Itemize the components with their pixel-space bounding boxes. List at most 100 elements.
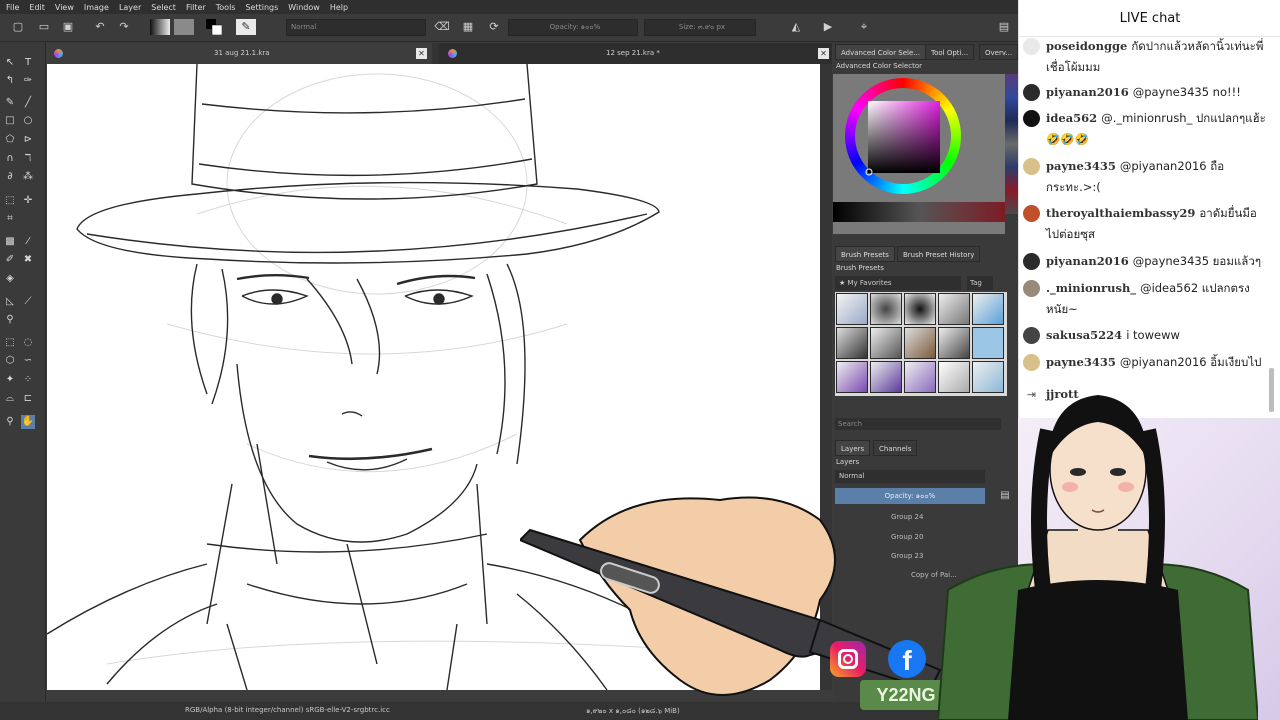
menu-image[interactable]: Image: [84, 3, 109, 12]
rect-select-icon[interactable]: ⬚: [3, 336, 17, 350]
mirror-horizontal-icon[interactable]: ◭: [788, 19, 804, 35]
tab-channels[interactable]: Channels: [873, 440, 918, 456]
fg-bg-color-icon[interactable]: [206, 19, 223, 36]
colorize-mask-icon[interactable]: ✖: [21, 253, 35, 267]
contiguous-select-icon[interactable]: ✦: [3, 373, 17, 387]
color-picker-icon[interactable]: ⁄: [21, 235, 35, 249]
instagram-icon[interactable]: [830, 641, 866, 677]
document-tab-2[interactable]: 12 sep 21.kra * ✕: [438, 43, 832, 64]
brush-preset-tile[interactable]: [836, 361, 868, 393]
open-document-icon[interactable]: ▭: [36, 19, 52, 35]
tab-overview[interactable]: Overv...: [979, 44, 1019, 60]
pan-tool-icon[interactable]: ✋: [21, 415, 35, 429]
brush-preset-tile[interactable]: [904, 361, 936, 393]
blend-mode-select[interactable]: Normal: [286, 19, 426, 36]
freehand-select-icon[interactable]: ∽: [21, 354, 35, 368]
gradient-tool-icon[interactable]: ▩: [3, 235, 17, 249]
transform-tool-icon[interactable]: ⬚: [3, 194, 17, 208]
brush-preset-tile[interactable]: [870, 293, 902, 325]
menu-settings[interactable]: Settings: [245, 3, 278, 12]
brush-preset-tile[interactable]: [904, 293, 936, 325]
brush-preset-icon[interactable]: ✎: [236, 19, 256, 35]
close-icon[interactable]: ✕: [818, 48, 829, 59]
chat-username[interactable]: payne3435: [1046, 355, 1116, 369]
reload-icon[interactable]: ⟳: [486, 19, 502, 35]
line-tool-icon[interactable]: ╱: [21, 96, 35, 110]
menu-edit[interactable]: Edit: [29, 3, 45, 12]
chat-username[interactable]: theroyalthaiembassy29: [1046, 206, 1195, 220]
tab-advanced-color-selector[interactable]: Advanced Color Sele...: [835, 44, 926, 60]
chat-username[interactable]: ._minionrush_: [1046, 281, 1136, 295]
tab-brush-presets[interactable]: Brush Presets: [835, 246, 895, 262]
shade-bar[interactable]: [833, 202, 1005, 222]
close-icon[interactable]: ✕: [416, 48, 427, 59]
crop-tool-icon[interactable]: ⌗: [3, 212, 17, 226]
ellipse-select-icon[interactable]: ◌: [21, 336, 35, 350]
select-shapes-icon[interactable]: ↖: [3, 56, 17, 70]
text-tool-icon[interactable]: T: [21, 56, 35, 70]
favorites-dropdown[interactable]: ★ My Favorites: [835, 276, 961, 290]
gradient-icon[interactable]: [150, 19, 170, 35]
smart-patch-icon[interactable]: ✐: [3, 253, 17, 267]
calligraphy-icon[interactable]: ✑: [21, 74, 35, 88]
polygon-select-icon[interactable]: ⬡: [3, 354, 17, 368]
undo-icon[interactable]: ↶: [92, 19, 108, 35]
brush-preset-tile[interactable]: [870, 361, 902, 393]
freehand-path-icon[interactable]: ℸ: [21, 152, 35, 166]
menu-help[interactable]: Help: [330, 3, 348, 12]
pattern-icon[interactable]: [174, 19, 194, 35]
size-slider[interactable]: Size: ๓.๙๐ px: [644, 19, 756, 36]
bezier-select-icon[interactable]: ⌓: [3, 392, 17, 406]
facebook-icon[interactable]: f: [888, 640, 926, 678]
multibrush-icon[interactable]: ⁂: [21, 170, 35, 184]
brush-preset-tile[interactable]: [836, 293, 868, 325]
zoom-tool-icon[interactable]: ⚲: [3, 415, 17, 429]
freehand-brush-icon[interactable]: ✎: [3, 96, 17, 110]
dynamic-brush-icon[interactable]: ∂: [3, 170, 17, 184]
save-icon[interactable]: ▣: [60, 19, 76, 35]
brush-preset-tile-selected[interactable]: [972, 327, 1004, 359]
brush-preset-tile[interactable]: [938, 361, 970, 393]
eraser-icon[interactable]: ⌫: [434, 19, 450, 35]
color-selector-area[interactable]: [833, 74, 1005, 234]
ellipse-tool-icon[interactable]: ○: [21, 114, 35, 128]
fill-tool-icon[interactable]: ◈: [3, 272, 17, 286]
preserve-alpha-icon[interactable]: ▦: [460, 19, 476, 35]
menu-tools[interactable]: Tools: [216, 3, 236, 12]
chat-username[interactable]: sakusa5224: [1046, 328, 1122, 342]
opacity-slider[interactable]: Opacity: ๑๐๐%: [508, 19, 638, 36]
chat-username[interactable]: piyanan2016: [1046, 254, 1129, 268]
brush-preset-tile[interactable]: [870, 327, 902, 359]
chat-username[interactable]: poseidongge: [1046, 39, 1127, 53]
mirror-vertical-icon[interactable]: ▶: [820, 19, 836, 35]
menu-layer[interactable]: Layer: [119, 3, 141, 12]
menu-filter[interactable]: Filter: [186, 3, 206, 12]
edit-shapes-icon[interactable]: ↰: [3, 74, 17, 88]
menu-window[interactable]: Window: [288, 3, 320, 12]
magnetic-select-icon[interactable]: ⊏: [21, 392, 35, 406]
brush-preset-tile[interactable]: [938, 293, 970, 325]
tab-brush-preset-history[interactable]: Brush Preset History: [897, 246, 981, 262]
brush-preset-tile[interactable]: [904, 327, 936, 359]
chat-username[interactable]: idea562: [1046, 111, 1097, 125]
redo-icon[interactable]: ↷: [116, 19, 132, 35]
bezier-tool-icon[interactable]: ∩: [3, 152, 17, 166]
rectangle-tool-icon[interactable]: □: [3, 114, 17, 128]
new-document-icon[interactable]: ▢: [10, 19, 26, 35]
tag-button[interactable]: Tag: [967, 276, 993, 290]
color-history-strip[interactable]: [1005, 74, 1018, 214]
brush-preset-tile[interactable]: [938, 327, 970, 359]
chat-username[interactable]: payne3435: [1046, 159, 1116, 173]
chat-scrollbar[interactable]: [1269, 368, 1274, 412]
document-tab-1[interactable]: 31 aug 21.1.kra ✕: [46, 43, 432, 64]
reference-tool-icon[interactable]: ⚲: [3, 313, 17, 327]
move-tool-icon[interactable]: ✛: [21, 194, 35, 208]
similar-select-icon[interactable]: ⁘: [21, 373, 35, 387]
menu-file[interactable]: File: [6, 3, 19, 12]
chat-username[interactable]: piyanan2016: [1046, 85, 1129, 99]
brush-preset-tile[interactable]: [972, 361, 1004, 393]
polygon-tool-icon[interactable]: ⬠: [3, 133, 17, 147]
menu-view[interactable]: View: [55, 3, 74, 12]
workspace-icon[interactable]: ▤: [996, 19, 1012, 35]
wrap-around-icon[interactable]: ⌖: [856, 19, 872, 35]
